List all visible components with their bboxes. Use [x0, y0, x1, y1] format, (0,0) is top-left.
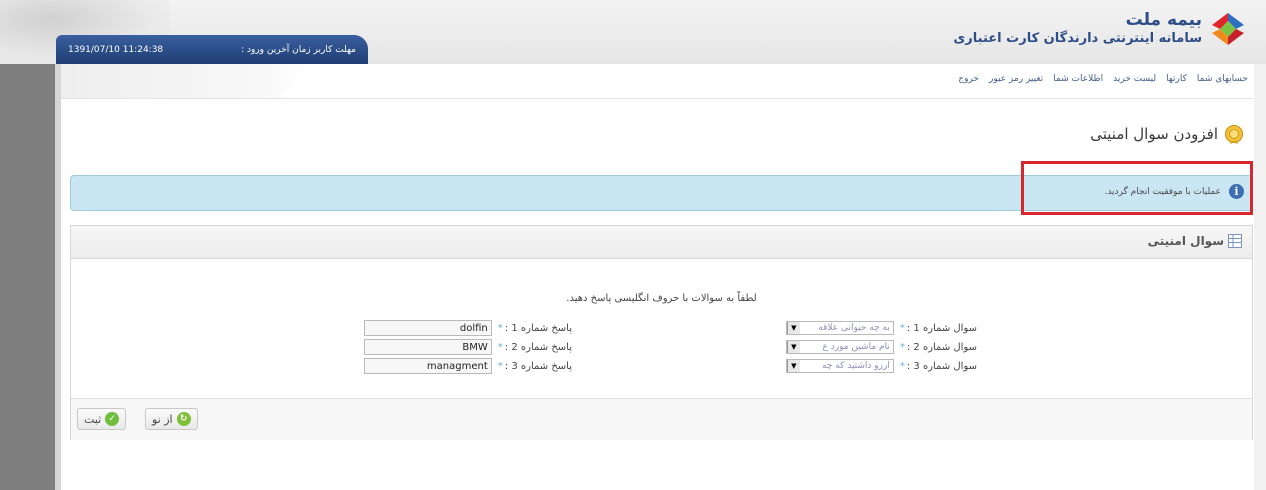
required-mark: *: [497, 341, 503, 353]
nav-item-accounts[interactable]: حسابهای شما: [1197, 74, 1248, 84]
frame-border: [55, 64, 61, 490]
question-select-2-value: نام ماشین مورد ع: [822, 342, 890, 352]
reset-button-label: از نو: [152, 412, 173, 426]
chevron-down-icon[interactable]: ▼: [786, 360, 800, 372]
mellat-logo-icon: [1212, 13, 1244, 45]
answer-input-3[interactable]: [363, 358, 492, 374]
badge-icon: [1225, 125, 1243, 144]
chevron-down-icon[interactable]: ▼: [786, 322, 800, 334]
nav-item-change-password[interactable]: تغییر رمز عبور: [989, 74, 1043, 84]
session-info: مهلت کاربر زمان آخرین ورود : 1391/07/10 …: [56, 35, 368, 64]
instruction-text: لطفاً به سوالات با حروف انگلیسی پاسخ دهی…: [566, 293, 757, 304]
required-mark: *: [899, 322, 905, 334]
question-label-3: سوال شماره 3 :: [906, 360, 977, 372]
answer-input-1[interactable]: [363, 320, 492, 336]
question-label-2: سوال شماره 2 :: [906, 341, 977, 353]
question-select-3[interactable]: آرزو داشتید که چه ▼: [785, 359, 894, 373]
nav-item-purchases[interactable]: لیست خرید: [1113, 74, 1156, 84]
answer-input-2[interactable]: [363, 339, 492, 355]
question-select-3-value: آرزو داشتید که چه: [822, 361, 890, 371]
nav-shade: [61, 64, 311, 98]
submit-button[interactable]: ✓ ثبت: [77, 408, 127, 430]
required-mark: *: [497, 360, 503, 372]
answer-label-1: پاسخ شماره 1 :: [504, 322, 572, 334]
required-mark: *: [899, 341, 905, 353]
panel-header: سوال امنیتی: [71, 226, 1252, 259]
session-time: 1391/07/10 11:24:38: [68, 44, 164, 55]
reset-button[interactable]: ↻ از نو: [145, 408, 198, 430]
security-question-panel: سوال امنیتی لطفاً به سوالات با حروف انگل…: [70, 225, 1253, 440]
submit-button-label: ثبت: [84, 412, 102, 426]
required-mark: *: [899, 360, 905, 372]
message-highlight-box: [1021, 161, 1253, 215]
panel-title: سوال امنیتی: [1147, 234, 1224, 248]
brand-title: بیمه ملت: [1125, 10, 1202, 30]
frame-right-edge: [1254, 64, 1266, 490]
answer-label-2: پاسخ شماره 2 :: [504, 341, 572, 353]
app-window: مهلت کاربر زمان آخرین ورود : 1391/07/10 …: [0, 0, 1266, 490]
answer-label-3: پاسخ شماره 3 :: [504, 360, 572, 372]
nav-menu: حسابهای شما کارتها لیست خرید اطلاعات شما…: [958, 74, 1248, 84]
header: مهلت کاربر زمان آخرین ورود : 1391/07/10 …: [0, 0, 1266, 64]
question-row-3: سوال شماره 3 : * آرزو داشتید که چه ▼: [785, 358, 977, 374]
nav-item-profile[interactable]: اطلاعات شما: [1053, 74, 1103, 84]
page-title-text: افزودن سوال امنیتی: [1090, 125, 1218, 143]
brand: بیمه ملت سامانه اینترنتی دارندگان کارت ا…: [953, 10, 1246, 48]
required-mark: *: [497, 322, 503, 334]
question-row-2: سوال شماره 2 : * نام ماشین مورد ع ▼: [785, 339, 977, 355]
answer-row-3: پاسخ شماره 3 : *: [363, 358, 572, 374]
question-label-1: سوال شماره 1 :: [906, 322, 977, 334]
answer-row-1: پاسخ شماره 1 : *: [363, 320, 572, 336]
left-sidebar-strip: [0, 64, 55, 490]
nav-item-logout[interactable]: خروج: [958, 74, 979, 84]
question-select-1-value: به چه حیوانی علاقه: [818, 323, 890, 333]
question-select-2[interactable]: نام ماشین مورد ع ▼: [785, 340, 894, 354]
button-bar: ✓ ثبت ↻ از نو: [71, 398, 1252, 440]
chevron-down-icon[interactable]: ▼: [786, 341, 800, 353]
top-nav: حسابهای شما کارتها لیست خرید اطلاعات شما…: [61, 64, 1254, 99]
question-select-1[interactable]: به چه حیوانی علاقه ▼: [785, 321, 894, 335]
page-title: افزودن سوال امنیتی: [1090, 124, 1244, 144]
nav-item-cards[interactable]: کارتها: [1166, 74, 1187, 84]
session-label: مهلت کاربر زمان آخرین ورود :: [241, 44, 356, 55]
grid-icon: [1228, 234, 1242, 248]
question-row-1: سوال شماره 1 : * به چه حیوانی علاقه ▼: [785, 320, 977, 336]
refresh-icon: ↻: [176, 412, 191, 426]
answer-row-2: پاسخ شماره 2 : *: [363, 339, 572, 355]
check-icon: ✓: [105, 412, 120, 426]
brand-subtitle: سامانه اینترنتی دارندگان کارت اعتباری: [953, 31, 1202, 46]
